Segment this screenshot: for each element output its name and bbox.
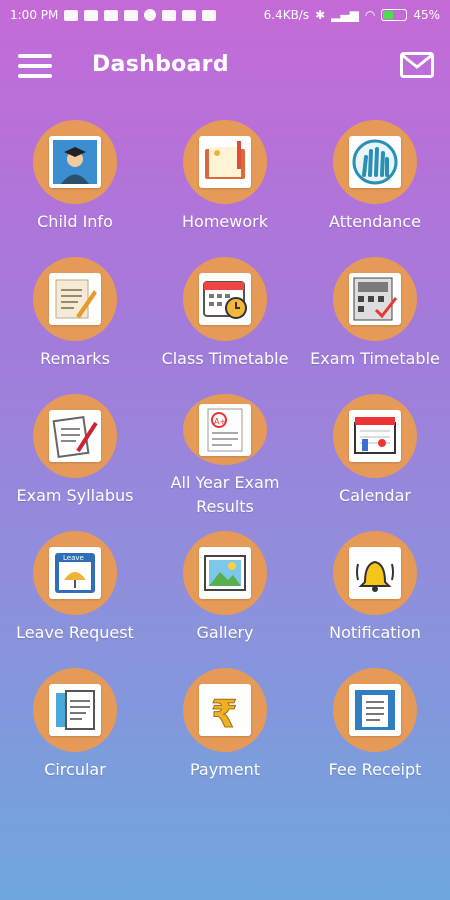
tile-label: Homework xyxy=(182,212,268,231)
tile-class-timetable[interactable]: Class Timetable xyxy=(150,257,300,382)
tile-label: Calendar xyxy=(339,486,411,505)
tile-icon-circle: A+ xyxy=(183,394,267,465)
notification-icon xyxy=(84,9,99,21)
tile-all-year-exam-results[interactable]: A+ All Year Exam Results xyxy=(150,394,300,519)
receipt-icon xyxy=(349,684,401,736)
svg-text:A+: A+ xyxy=(214,417,226,426)
dashboard-grid: Child Info Homework Attendance Remarks Class… xyxy=(0,120,450,793)
mail-notification-icon xyxy=(162,9,177,21)
tile-icon-circle xyxy=(333,257,417,341)
tile-icon-circle xyxy=(183,531,267,615)
wifi-icon: ◠ xyxy=(364,8,376,22)
notification-icon xyxy=(104,9,119,21)
status-bar: 1:00 PM 6.4KB/s ✱ ▂▄▆ ◠ 45% xyxy=(0,0,450,30)
signal-icon: ▂▄▆ xyxy=(331,8,359,22)
tile-exam-syllabus[interactable]: Exam Syllabus xyxy=(0,394,150,519)
tile-icon-circle xyxy=(33,394,117,478)
tile-icon-circle: Leave xyxy=(33,531,117,615)
syllabus-icon xyxy=(49,410,101,462)
skype-icon xyxy=(144,9,157,21)
tile-icon-circle xyxy=(333,120,417,204)
tile-label: Leave Request xyxy=(16,623,134,642)
tile-notification[interactable]: Notification xyxy=(300,531,450,656)
tile-label: Gallery xyxy=(196,623,254,642)
svg-text:Leave: Leave xyxy=(63,554,84,562)
tile-exam-timetable[interactable]: Exam Timetable xyxy=(300,257,450,382)
tile-label: Remarks xyxy=(40,349,110,368)
homework-icon xyxy=(199,136,251,188)
tile-child-info[interactable]: Child Info xyxy=(0,120,150,245)
tile-circular[interactable]: Circular xyxy=(0,668,150,793)
tile-icon-circle xyxy=(333,531,417,615)
page-title: Dashboard xyxy=(92,52,229,77)
tile-label: All Year Exam Results xyxy=(170,473,280,516)
tile-icon-circle xyxy=(183,257,267,341)
tile-label: Attendance xyxy=(329,212,421,231)
remarks-icon xyxy=(49,273,101,325)
tile-icon-circle xyxy=(33,257,117,341)
tile-remarks[interactable]: Remarks xyxy=(0,257,150,382)
results-icon: A+ xyxy=(199,403,251,456)
tile-label: Child Info xyxy=(37,212,113,231)
mail-button[interactable] xyxy=(400,52,434,78)
tile-payment[interactable]: ₹ Payment xyxy=(150,668,300,793)
notification-icon xyxy=(124,9,139,21)
timetable-icon xyxy=(199,273,251,325)
exam-timetable-icon xyxy=(349,273,401,325)
tile-gallery[interactable]: Gallery xyxy=(150,531,300,656)
tile-label: Class Timetable xyxy=(161,349,289,368)
tile-icon-circle xyxy=(333,668,417,752)
tile-label: Exam Syllabus xyxy=(16,486,134,505)
battery-icon xyxy=(381,9,408,21)
menu-button[interactable] xyxy=(18,54,52,78)
notification-icon xyxy=(64,9,79,21)
youtube-icon xyxy=(202,9,217,21)
calendar-icon xyxy=(349,410,401,462)
app-bar: Dashboard xyxy=(0,38,450,98)
tile-icon-circle: ₹ xyxy=(183,668,267,752)
network-speed: 6.4KB/s xyxy=(263,8,310,22)
student-icon xyxy=(49,136,101,188)
bell-icon xyxy=(349,547,401,599)
tile-calendar[interactable]: Calendar xyxy=(300,394,450,519)
tile-homework[interactable]: Homework xyxy=(150,120,300,245)
tile-label: Payment xyxy=(189,760,261,779)
tile-icon-circle xyxy=(183,120,267,204)
circular-icon xyxy=(49,684,101,736)
tile-leave-request[interactable]: Leave Leave Request xyxy=(0,531,150,656)
bluetooth-icon: ✱ xyxy=(315,8,326,22)
status-time: 1:00 PM xyxy=(10,8,59,22)
tile-fee-receipt[interactable]: Fee Receipt xyxy=(300,668,450,793)
svg-text:₹: ₹ xyxy=(211,692,237,733)
tile-label: Circular xyxy=(44,760,106,779)
tile-label: Exam Timetable xyxy=(310,349,440,368)
tile-label: Notification xyxy=(329,623,421,642)
leave-icon: Leave xyxy=(49,547,101,599)
attendance-icon xyxy=(349,136,401,188)
warning-icon xyxy=(182,9,197,21)
tile-label: Fee Receipt xyxy=(328,760,422,779)
rupee-icon: ₹ xyxy=(199,684,251,736)
battery-percent: 45% xyxy=(413,8,440,22)
tile-icon-circle xyxy=(333,394,417,478)
tile-icon-circle xyxy=(33,668,117,752)
tile-attendance[interactable]: Attendance xyxy=(300,120,450,245)
gallery-icon xyxy=(199,547,251,599)
tile-icon-circle xyxy=(33,120,117,204)
mail-icon xyxy=(400,52,434,78)
